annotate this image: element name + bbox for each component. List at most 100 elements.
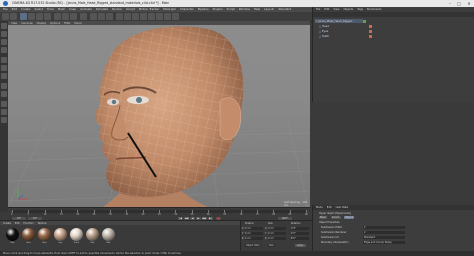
viewport-menu-cameras[interactable]: Cameras: [21, 22, 33, 25]
material-name: Skin: [42, 242, 47, 244]
status-text: Move: Click and drag to move elements. H…: [3, 252, 182, 255]
scale-icon[interactable]: [36, 13, 43, 20]
coord-size-field[interactable]: 0 cm: [268, 232, 286, 235]
object-row[interactable]: ⌬ Jarvis_Male_Head_Rigged: [315, 19, 363, 23]
array-icon[interactable]: [140, 13, 147, 20]
undo-icon[interactable]: [2, 13, 9, 20]
texture-mode-icon[interactable]: [1, 39, 7, 45]
material-name: Eye: [58, 242, 63, 244]
am-menu-user-data[interactable]: User Data: [336, 206, 348, 209]
redo-icon[interactable]: [10, 13, 17, 20]
coord-axis-label: Z: [265, 237, 267, 240]
material-swatch[interactable]: [70, 228, 83, 241]
coord-size-field[interactable]: 0 cm: [268, 237, 286, 240]
material-name: Mat: [106, 242, 111, 244]
attribute-value-field[interactable]: Standard: [363, 236, 405, 239]
attribute-value-field[interactable]: Edge and Corner Sharp: [363, 241, 405, 244]
object-row[interactable]: △ Head: [319, 24, 329, 28]
am-tab-basic[interactable]: Basic: [319, 216, 328, 219]
viewport-menu-options[interactable]: Options: [50, 22, 60, 25]
z-axis-icon[interactable]: [70, 13, 77, 20]
render-view-icon[interactable]: [90, 13, 97, 20]
coord-rotation-field[interactable]: H 0°: [291, 227, 309, 230]
model-mode-icon[interactable]: [1, 31, 7, 37]
y-axis-icon[interactable]: [62, 13, 69, 20]
material-swatch[interactable]: [86, 228, 99, 241]
cube-icon[interactable]: [116, 13, 123, 20]
om-tab-edit[interactable]: Edit: [324, 8, 329, 11]
coordinate-system-icon[interactable]: [80, 13, 87, 20]
points-mode-icon[interactable]: [1, 57, 7, 63]
live-selection-icon[interactable]: [20, 13, 27, 20]
am-menu-edit[interactable]: Edit: [327, 206, 332, 209]
coord-size-mode-select[interactable]: Size: [268, 244, 275, 247]
coord-position-field[interactable]: 0 cm: [245, 227, 263, 230]
om-tab-view[interactable]: View: [333, 8, 339, 11]
environment-icon[interactable]: [156, 13, 163, 20]
deformer-icon[interactable]: [148, 13, 155, 20]
object-name: Jarvis_Male_Head_Rigged: [318, 19, 353, 23]
light-icon[interactable]: [172, 13, 179, 20]
coord-rotation-field[interactable]: P 0°: [291, 232, 309, 235]
tweak-mode-icon[interactable]: [1, 91, 7, 97]
om-tab-tags[interactable]: Tags: [357, 8, 363, 11]
am-menu-mode[interactable]: Mode: [316, 206, 323, 209]
mm-menu-edit[interactable]: Edit: [15, 222, 20, 225]
viewport-menu-display[interactable]: Display: [37, 22, 47, 25]
om-tab-objects[interactable]: Objects: [343, 8, 353, 11]
maximize-button[interactable]: □: [455, 1, 463, 6]
3d-viewport[interactable]: Grid Spacing : 100 cm: [8, 21, 310, 207]
coord-apply-button[interactable]: Apply: [295, 244, 306, 247]
snap-icon[interactable]: [1, 101, 7, 107]
lock-workplane-icon[interactable]: [1, 109, 7, 115]
object-row[interactable]: △ Eyes: [319, 29, 328, 33]
viewport-menu-filter[interactable]: Filter: [64, 22, 70, 25]
attribute-value-field[interactable]: 2: [363, 226, 405, 229]
pen-icon[interactable]: [124, 13, 131, 20]
mm-menu-create[interactable]: Create: [3, 222, 11, 225]
material-swatch[interactable]: [22, 228, 35, 241]
om-tab-bookmarks[interactable]: Bookmarks: [367, 8, 382, 11]
am-tab-coord[interactable]: Coord.: [331, 216, 341, 219]
material-tag-icon[interactable]: [369, 35, 372, 38]
subdivision-icon[interactable]: [132, 13, 139, 20]
camera-icon[interactable]: [164, 13, 171, 20]
mm-menu-function[interactable]: Function: [24, 222, 34, 225]
coord-mode-select[interactable]: Object (Rel): [245, 244, 261, 247]
material-swatch[interactable]: [102, 228, 115, 241]
timeline[interactable]: 0 F 0 F |◀ ◀◀ ◀ ▶ ▶▶ ▶| ● 90 F 0 5 10 15 20 2…: [8, 207, 310, 221]
attribute-label: Subdivision UV: [321, 236, 339, 239]
close-button[interactable]: ✕: [465, 1, 473, 6]
coord-rotation-field[interactable]: B 0°: [291, 237, 309, 240]
workplane-icon[interactable]: [1, 47, 7, 53]
viewport-menu-view[interactable]: View: [11, 22, 17, 25]
object-row[interactable]: △ Teeth: [319, 34, 329, 38]
make-editable-icon[interactable]: [1, 23, 7, 29]
viewport-menu-panel[interactable]: Panel: [75, 22, 82, 25]
render-picture-viewer-icon[interactable]: [98, 13, 105, 20]
render-settings-icon[interactable]: [106, 13, 113, 20]
timeline-tick-label: 30: [109, 213, 112, 216]
rotate-icon[interactable]: [44, 13, 51, 20]
om-tab-file[interactable]: File: [316, 8, 320, 11]
material-swatch[interactable]: [6, 228, 19, 241]
mm-menu-texture[interactable]: Texture: [38, 222, 47, 225]
material-swatch[interactable]: [38, 228, 51, 241]
material-tag-icon[interactable]: [369, 30, 372, 33]
timeline-tick-label: 20: [76, 213, 80, 216]
x-axis-icon[interactable]: [54, 13, 61, 20]
coord-position-field[interactable]: 0 cm: [245, 237, 263, 240]
planar-workplane-icon[interactable]: [1, 117, 7, 123]
edges-mode-icon[interactable]: [1, 65, 7, 71]
axis-mode-icon[interactable]: [1, 83, 7, 89]
material-swatch[interactable]: [54, 228, 67, 241]
coord-size-field[interactable]: 0 cm: [268, 227, 286, 230]
attribute-value-field[interactable]: 2: [363, 231, 405, 234]
polygons-mode-icon[interactable]: [1, 73, 7, 79]
material-tag-icon[interactable]: [369, 25, 372, 28]
move-icon[interactable]: [28, 13, 35, 20]
minimize-button[interactable]: –: [446, 1, 454, 6]
am-tab-object[interactable]: Object: [344, 216, 354, 219]
visibility-dot-icon[interactable]: [363, 20, 366, 23]
coord-position-field[interactable]: 0 cm: [245, 232, 263, 235]
